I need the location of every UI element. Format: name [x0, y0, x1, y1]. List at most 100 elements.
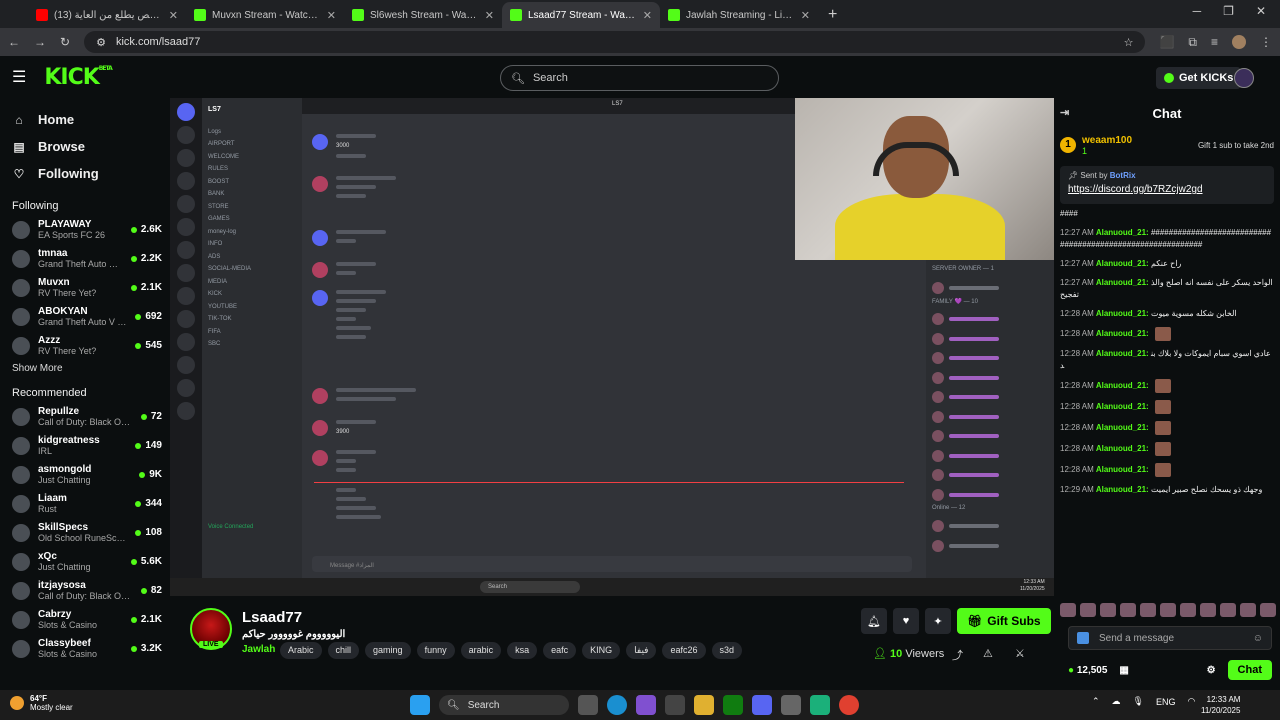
mic-icon[interactable]: 🎙︎	[1133, 696, 1144, 707]
extension-icon[interactable]: ⬛	[1159, 35, 1174, 49]
sparkle-button[interactable]: ✦	[925, 608, 951, 634]
browser-tab[interactable]: Jawlah Streaming - Live Stream ✕	[660, 2, 818, 28]
discord-icon[interactable]	[752, 695, 772, 715]
sidebar-channel[interactable]: asmongold Just Chatting 9K	[0, 460, 170, 489]
message-username[interactable]: Alanuoud_21:	[1096, 381, 1149, 390]
sidebar-channel[interactable]: Cabrzy Slots & Casino 2.1K	[0, 605, 170, 634]
kick-logo[interactable]: KICKBETA	[44, 65, 112, 90]
language-indicator[interactable]: ENG	[1156, 697, 1176, 707]
edge-icon[interactable]	[607, 695, 627, 715]
show-more-link[interactable]: Show More	[0, 360, 170, 378]
close-icon[interactable]: ✕	[327, 9, 336, 22]
emote[interactable]	[1200, 603, 1216, 617]
chat-send-button[interactable]: Chat	[1227, 660, 1272, 680]
video-player[interactable]: LS7 Logs AIRPORT WELCOME RULES BOOST BAN…	[170, 98, 1054, 596]
nav-browse[interactable]: ▤ Browse	[0, 133, 170, 160]
tag[interactable]: funny	[416, 642, 455, 659]
search-input[interactable]: 🔍︎ Search	[500, 65, 779, 91]
kick-emote-icon[interactable]	[1077, 632, 1089, 644]
stream-category[interactable]: Jawlah	[242, 644, 275, 655]
settings-icon[interactable]	[781, 695, 801, 715]
mod-icon[interactable]: ⚔	[1015, 647, 1025, 660]
file-explorer-icon[interactable]	[694, 695, 714, 715]
leaderboard-icon[interactable]: ▦	[1119, 665, 1128, 676]
emoji-icon[interactable]: ☺	[1253, 633, 1263, 644]
sidebar-channel[interactable]: Muvxn RV There Yet? 2.1K	[0, 273, 170, 302]
message-username[interactable]: Alanuoud_21:	[1096, 444, 1149, 453]
back-icon[interactable]: ←	[8, 35, 20, 49]
copilot-icon[interactable]	[636, 695, 656, 715]
cloud-icon[interactable]: ☁	[1112, 696, 1121, 707]
tag[interactable]: Arabic	[280, 642, 322, 659]
channel-name[interactable]: Lsaad77	[242, 609, 302, 626]
chat-input[interactable]: Send a message ☺	[1068, 626, 1272, 650]
chevron-up-icon[interactable]: ⌃	[1092, 696, 1100, 707]
hamburger-menu-icon[interactable]: ☰	[12, 67, 26, 87]
task-view-icon[interactable]	[578, 695, 598, 715]
sidebar-channel[interactable]: SkillSpecs Old School RuneScape 108	[0, 518, 170, 547]
browser-tab-active[interactable]: Lsaad77 Stream - Watch Live o ✕	[502, 2, 660, 28]
maximize-icon[interactable]: ❐	[1223, 4, 1234, 18]
message-username[interactable]: Alanuoud_21:	[1096, 259, 1149, 268]
windows-start-icon[interactable]	[410, 695, 430, 715]
browser-tab[interactable]: Sl6wesh Stream - Watch Live o ✕	[344, 2, 502, 28]
tag[interactable]: s3d	[711, 642, 743, 659]
collapse-chat-icon[interactable]: ⇥	[1060, 106, 1069, 119]
settings-gear-icon[interactable]: ⚙	[1207, 665, 1216, 676]
taskbar-clock[interactable]: 12:33 AM 11/20/2025	[1201, 694, 1240, 716]
message-username[interactable]: Alanuoud_21:	[1096, 465, 1149, 474]
reload-icon[interactable]: ↻	[60, 35, 70, 49]
browser-menu-icon[interactable]: ⋮	[1260, 35, 1272, 49]
emote[interactable]	[1220, 603, 1236, 617]
kicks-balance[interactable]: ● 12,505	[1068, 665, 1107, 676]
follow-heart-button[interactable]: ♥	[893, 608, 919, 634]
message-username[interactable]: Alanuoud_21:	[1096, 402, 1149, 411]
sidebar-channel[interactable]: xQc Just Chatting 5.6K	[0, 547, 170, 576]
app-icon[interactable]	[810, 695, 830, 715]
browser-tab[interactable]: Muvxn Stream - Watch Live on ✕	[186, 2, 344, 28]
share-icon[interactable]: ⤴	[952, 647, 963, 663]
sidebar-channel[interactable]: Azzz RV There Yet? 545	[0, 331, 170, 360]
emote[interactable]	[1260, 603, 1276, 617]
get-kicks-button[interactable]: Get KICKs	[1156, 67, 1242, 89]
wifi-icon[interactable]: ◠	[1188, 696, 1196, 707]
nav-following[interactable]: ♡ Following	[0, 160, 170, 187]
tag[interactable]: ksa	[507, 642, 538, 659]
emote[interactable]	[1120, 603, 1136, 617]
xbox-icon[interactable]	[723, 695, 743, 715]
message-username[interactable]: Alanuoud_21:	[1096, 278, 1149, 287]
tag[interactable]: فيفا	[626, 642, 657, 659]
sidebar-channel[interactable]: Repullze Call of Duty: Black Ops 7 72	[0, 402, 170, 431]
user-avatar[interactable]	[1234, 68, 1254, 88]
taskbar-search[interactable]: 🔍︎ Search	[439, 695, 569, 715]
sidebar-channel[interactable]: tmnaa Grand Theft Auto V (... 2.2K	[0, 244, 170, 273]
emote[interactable]	[1180, 603, 1196, 617]
emote[interactable]	[1080, 603, 1096, 617]
report-icon[interactable]: ⚠	[983, 647, 993, 660]
nav-home[interactable]: ⌂ Home	[0, 106, 170, 133]
sidebar-channel[interactable]: PLAYAWAY EA Sports FC 26 2.6K	[0, 215, 170, 244]
reading-list-icon[interactable]: ≡	[1211, 35, 1218, 49]
tag[interactable]: arabic	[460, 642, 502, 659]
url-field[interactable]: ⚙ kick.com/lsaad77 ☆	[84, 31, 1146, 53]
bookmark-star-icon[interactable]: ☆	[1124, 36, 1134, 49]
message-username[interactable]: Alanuoud_21:	[1096, 228, 1149, 237]
site-info-icon[interactable]: ⚙	[96, 36, 106, 49]
close-icon[interactable]: ✕	[643, 9, 652, 22]
sidebar-channel[interactable]: Liaam Rust 344	[0, 489, 170, 518]
close-icon[interactable]: ✕	[485, 9, 494, 22]
message-username[interactable]: Alanuoud_21:	[1096, 485, 1149, 494]
close-icon[interactable]: ✕	[169, 9, 178, 22]
weather-widget[interactable]: 64°F Mostly clear	[10, 694, 73, 712]
tag[interactable]: eafc	[543, 642, 577, 659]
sidebar-channel[interactable]: kidgreatness IRL 149	[0, 431, 170, 460]
browser-tab[interactable]: (13) احر شخص يطلع من العاية ✕	[28, 2, 186, 28]
sidebar-channel[interactable]: ABOKYAN Grand Theft Auto V (G... 692	[0, 302, 170, 331]
tag[interactable]: chill	[327, 642, 360, 659]
sidebar-channel[interactable]: Classybeef Slots & Casino 3.2K	[0, 634, 170, 663]
notification-bell-button[interactable]: 🔔︎	[861, 608, 887, 634]
emote[interactable]	[1240, 603, 1256, 617]
browser-profile-avatar[interactable]	[1232, 35, 1246, 49]
gift-prompt[interactable]: Gift 1 sub to take 2nd	[1198, 141, 1274, 150]
message-username[interactable]: Alanuoud_21:	[1096, 329, 1149, 338]
